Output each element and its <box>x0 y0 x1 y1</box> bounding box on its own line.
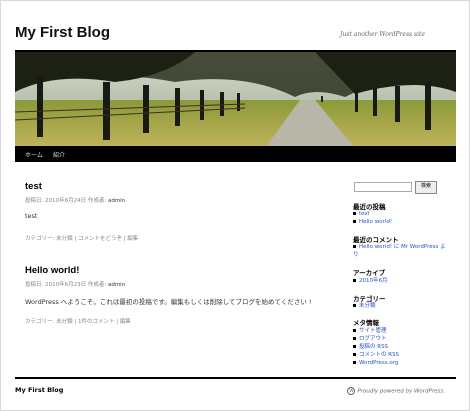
list-item: コメントの RSS <box>353 351 399 359</box>
widget-link[interactable]: 未分類 <box>359 303 376 309</box>
post-author[interactable]: admin <box>108 198 125 204</box>
list-item: WordPress.org <box>353 359 399 367</box>
widget-list-recent-posts: test Hello world! <box>353 210 392 226</box>
bullet-icon <box>353 337 356 340</box>
bullet-icon <box>353 279 356 282</box>
list-item: 投稿の RSS <box>353 343 399 351</box>
widget-list-archives: 2010年6月 <box>353 277 388 285</box>
list-item: サイト管理 <box>353 327 399 335</box>
widget-link[interactable]: コメントの RSS <box>359 352 399 358</box>
widget-list-categories: 未分類 <box>353 302 376 310</box>
post-title[interactable]: test <box>25 181 42 192</box>
post-date: 投稿日: 2010年6月24日 作成者: <box>25 198 108 204</box>
widget-title-archives: アーカイブ <box>353 269 386 277</box>
widget-link[interactable]: 投稿の RSS <box>359 344 388 350</box>
bullet-icon <box>353 329 356 332</box>
post-content: WordPress へようこそ。これは最初の投稿です。編集もしくは削除してブログ… <box>25 298 312 306</box>
header-image <box>15 50 456 148</box>
widget-link[interactable]: test <box>359 211 370 217</box>
widget-list-meta: サイト管理 ログアウト 投稿の RSS コメントの RSS WordPress.… <box>353 327 399 367</box>
list-item: 未分類 <box>353 302 376 310</box>
site-title[interactable]: My First Blog <box>15 24 110 41</box>
bullet-icon <box>353 361 356 364</box>
list-item: ログアウト <box>353 335 399 343</box>
bullet-icon <box>353 304 356 307</box>
widget-title-meta: メタ情報 <box>353 319 379 327</box>
post-author[interactable]: admin <box>108 282 125 288</box>
nav-item-home[interactable]: ホーム <box>25 150 43 159</box>
bullet-icon <box>353 345 356 348</box>
site-description: Just another WordPress site <box>340 31 425 38</box>
main-nav: ホーム 紹介 <box>15 146 456 162</box>
nav-item-about[interactable]: 紹介 <box>53 150 65 159</box>
widget-list-recent-comments: Hello world! に Mr WordPress より <box>353 243 451 259</box>
footer-credit-text[interactable]: Proudly powered by WordPress. <box>357 389 445 395</box>
page-frame: My First Blog Just another WordPress sit… <box>0 0 470 411</box>
list-item: Hello world! に Mr WordPress より <box>353 243 451 259</box>
search-input[interactable] <box>354 182 412 192</box>
search-button[interactable]: 検索 <box>415 181 437 194</box>
list-item: 2010年6月 <box>353 277 388 285</box>
list-item: Hello world! <box>353 218 392 226</box>
post-content: test <box>25 212 38 220</box>
widget-link[interactable]: WordPress.org <box>359 360 398 366</box>
footer-site-name[interactable]: My First Blog <box>15 386 63 394</box>
footer-divider <box>15 377 456 379</box>
post-utility[interactable]: カテゴリー: 未分類 | 1件のコメント | 編集 <box>25 317 131 325</box>
bullet-icon <box>353 212 356 215</box>
bullet-icon <box>353 245 356 248</box>
list-item: test <box>353 210 392 218</box>
post-meta: 投稿日: 2010年6月23日 作成者: admin <box>25 280 125 288</box>
bullet-icon <box>353 353 356 356</box>
widget-link[interactable]: ログアウト <box>359 336 387 342</box>
wordpress-icon: W <box>347 387 356 395</box>
widget-link[interactable]: 2010年6月 <box>359 278 388 284</box>
post-utility[interactable]: カテゴリー: 未分類 | コメントをどうぞ | 編集 <box>25 234 138 242</box>
footer-credit[interactable]: W Proudly powered by WordPress. <box>347 387 445 395</box>
widget-link[interactable]: サイト管理 <box>359 328 387 334</box>
bullet-icon <box>353 220 356 223</box>
post-date: 投稿日: 2010年6月23日 作成者: <box>25 282 108 288</box>
widget-link[interactable]: Hello world! に Mr WordPress より <box>353 244 446 258</box>
widget-link[interactable]: Hello world! <box>359 219 392 225</box>
post-title[interactable]: Hello world! <box>25 265 79 276</box>
post-meta: 投稿日: 2010年6月24日 作成者: admin <box>25 196 125 204</box>
